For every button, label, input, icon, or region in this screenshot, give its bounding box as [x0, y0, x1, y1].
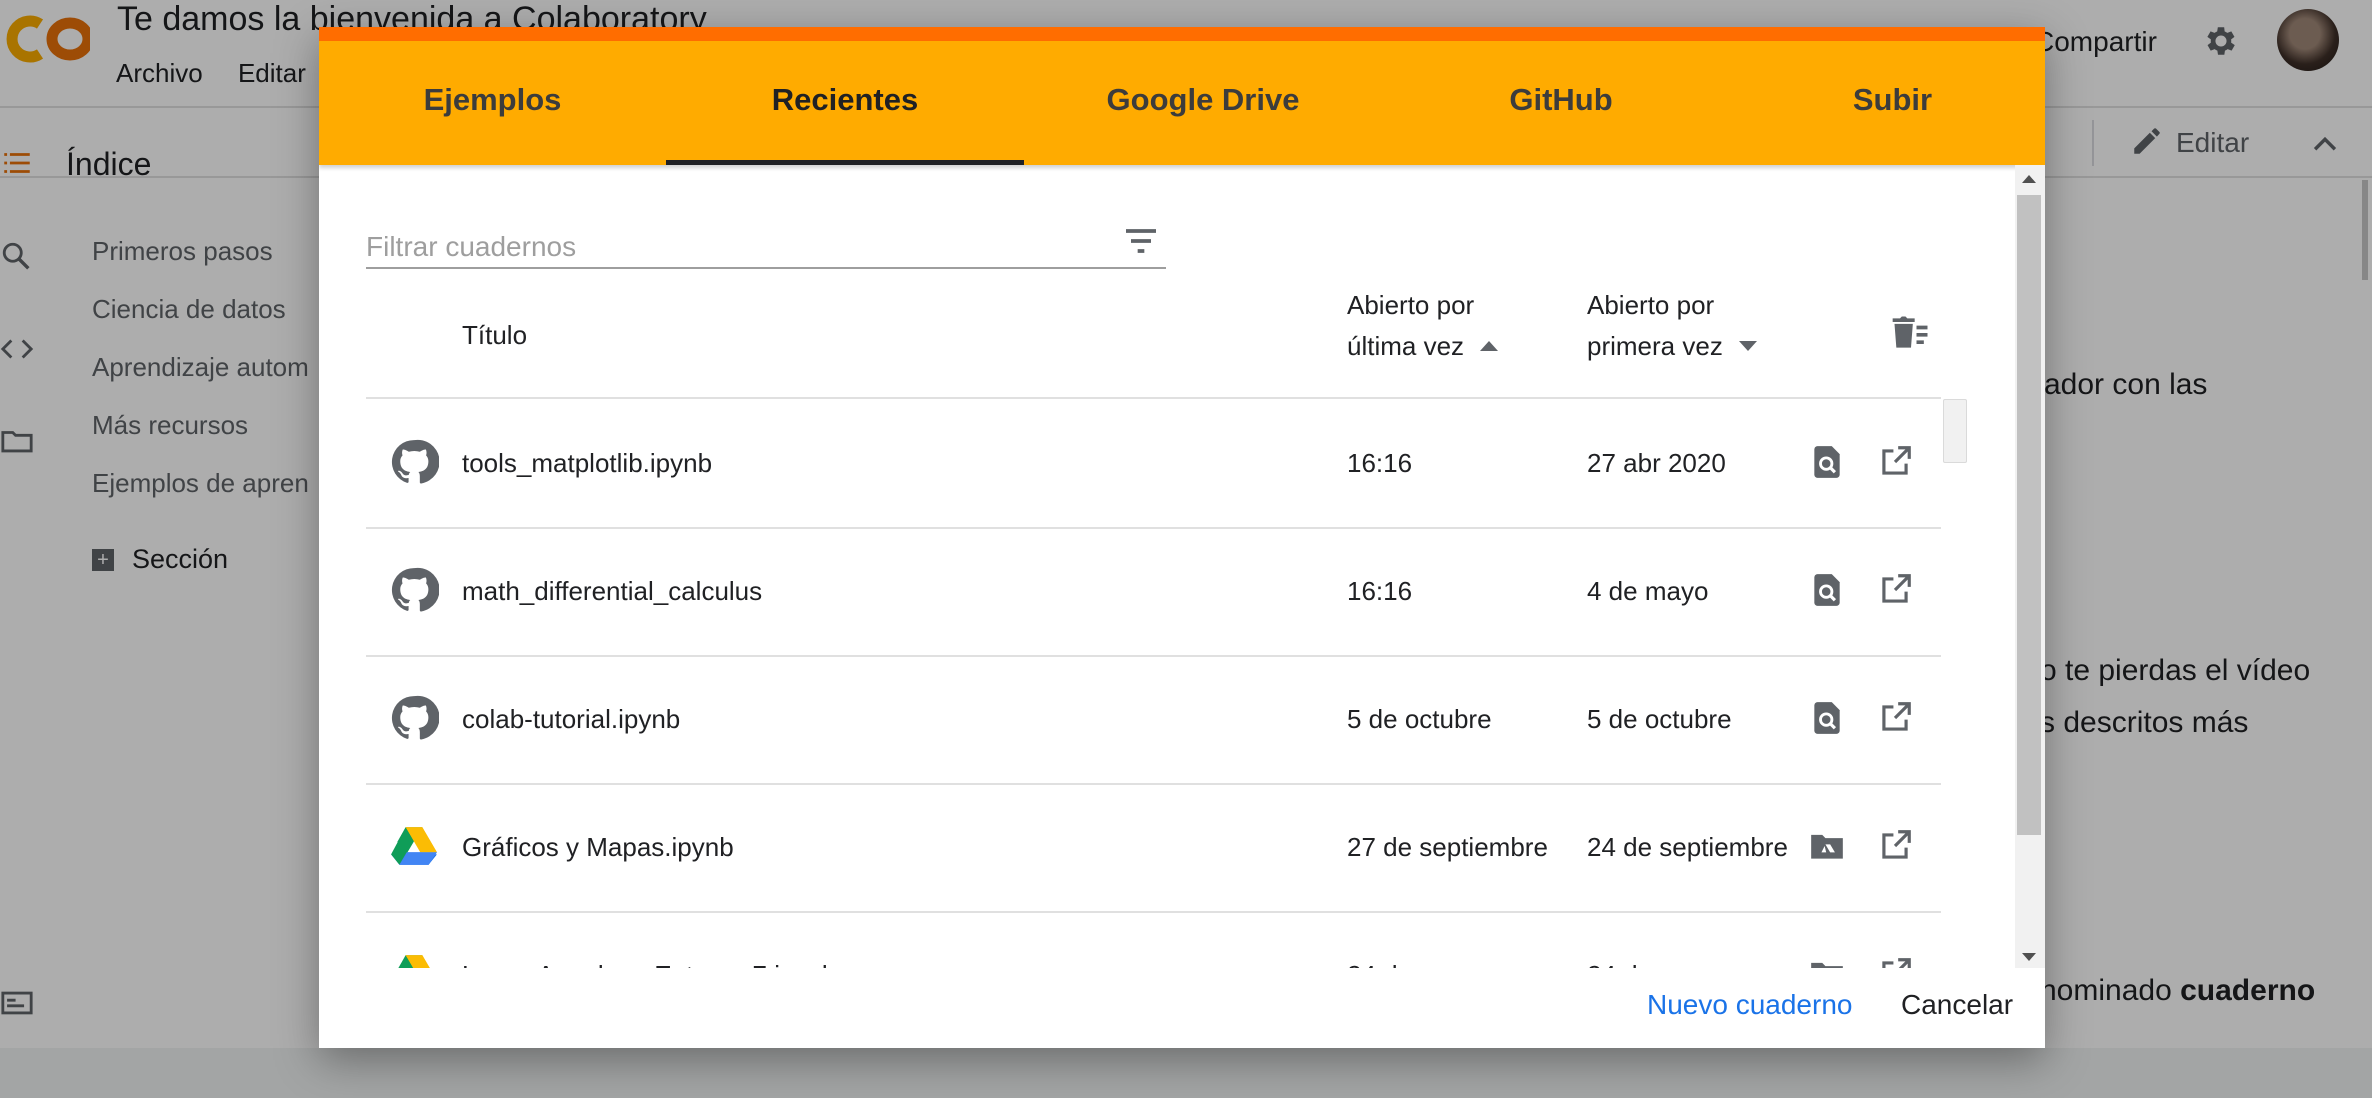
column-header-line: Abierto por — [1587, 290, 1715, 320]
column-header-line: primera vez — [1587, 331, 1723, 361]
list-scrollbar-thumb[interactable] — [1943, 399, 1967, 463]
tab-google-drive[interactable]: Google Drive — [1024, 41, 1382, 165]
last-opened-cell: 27 de septiembre — [1347, 831, 1548, 862]
filter-notebooks-input[interactable] — [366, 227, 1166, 269]
open-new-tab-icon[interactable] — [1876, 443, 1914, 481]
google-drive-icon — [389, 949, 439, 968]
last-opened-cell: 16:16 — [1347, 575, 1413, 606]
notebook-name[interactable]: colab-tutorial.ipynb — [462, 655, 680, 783]
table-row[interactable]: colab-tutorial.ipynb 5 de octubre 5 de oct… — [366, 655, 1941, 785]
tab-subir[interactable]: Subir — [1740, 41, 2045, 165]
tab-ejemplos[interactable]: Ejemplos — [319, 41, 666, 165]
first-opened-cell: 27 abr 2020 — [1587, 447, 1726, 478]
open-new-tab-icon[interactable] — [1876, 827, 1914, 865]
column-header-line: Abierto por — [1347, 290, 1475, 320]
table-row[interactable]: tools_matplotlib.ipynb 16:16 27 abr 2020 — [366, 399, 1941, 529]
preview-icon[interactable] — [1808, 571, 1846, 609]
tab-recientes[interactable]: Recientes — [666, 41, 1024, 165]
first-opened-cell: 24 de septiembre — [1587, 831, 1788, 862]
open-new-tab-icon[interactable] — [1876, 699, 1914, 737]
table-row[interactable]: Lucas Angeles - Entrega 7.ipynb 24 de 24 d… — [366, 911, 1941, 968]
open-new-tab-icon[interactable] — [1876, 955, 1914, 968]
dialog-tab-bar: Ejemplos Recientes Google Drive GitHub S… — [319, 41, 2045, 165]
google-drive-icon — [389, 821, 439, 871]
notebook-name[interactable]: Lucas Angeles - Entrega 7.ipynb — [462, 911, 836, 968]
sort-ascending-icon — [1480, 341, 1499, 351]
github-icon — [389, 565, 440, 615]
last-opened-cell: 5 de octubre — [1347, 703, 1492, 734]
table-row[interactable]: Gráficos y Mapas.ipynb 27 de septiembre 24… — [366, 783, 1941, 913]
drive-folder-icon[interactable] — [1808, 955, 1846, 968]
dialog-accent-strip — [319, 27, 2045, 41]
first-opened-cell: 4 de mayo — [1587, 575, 1709, 606]
sort-descending-icon — [1738, 341, 1757, 351]
scroll-down-arrow-icon[interactable] — [2022, 953, 2036, 961]
new-notebook-button[interactable]: Nuevo cuaderno — [1647, 969, 1852, 1041]
notebook-name[interactable]: Gráficos y Mapas.ipynb — [462, 783, 734, 911]
column-header-title[interactable]: Título — [462, 315, 527, 356]
column-header-line: última vez — [1347, 331, 1465, 361]
tab-github[interactable]: GitHub — [1382, 41, 1740, 165]
drive-folder-icon[interactable] — [1808, 827, 1846, 865]
scroll-up-arrow-icon[interactable] — [2022, 175, 2036, 183]
table-row[interactable]: math_differential_calculus 16:16 4 de mayo — [366, 527, 1941, 657]
first-opened-cell: 5 de octubre — [1587, 703, 1732, 734]
first-opened-cell: 24 de — [1587, 911, 1797, 969]
last-opened-cell: 24 de — [1347, 911, 1557, 969]
preview-icon[interactable] — [1808, 699, 1846, 737]
notebook-name[interactable]: math_differential_calculus — [462, 527, 762, 655]
dialog-content: Título Abierto por última vez Abierto po… — [319, 165, 2015, 968]
clear-history-icon[interactable] — [1889, 311, 1933, 355]
github-icon — [389, 693, 440, 743]
notebook-name[interactable]: tools_matplotlib.ipynb — [462, 399, 712, 527]
last-opened-cell: 16:16 — [1347, 447, 1413, 478]
open-notebook-dialog: Ejemplos Recientes Google Drive GitHub S… — [319, 27, 2045, 1048]
filter-icon[interactable] — [1121, 221, 1161, 261]
preview-icon[interactable] — [1808, 443, 1846, 481]
dialog-scrollbar-thumb[interactable] — [2017, 195, 2041, 835]
cancel-button[interactable]: Cancelar — [1901, 969, 2013, 1041]
github-icon — [389, 437, 440, 487]
column-header-last-opened[interactable]: Abierto por última vez — [1347, 285, 1499, 367]
open-new-tab-icon[interactable] — [1876, 571, 1914, 609]
column-header-first-opened[interactable]: Abierto por primera vez — [1587, 285, 1757, 367]
